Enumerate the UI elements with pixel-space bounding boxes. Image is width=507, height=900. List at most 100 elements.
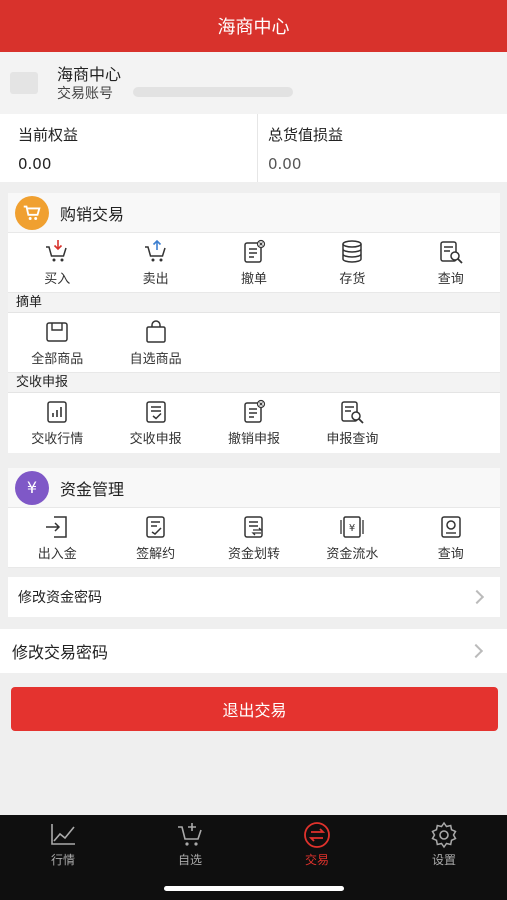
cart-add-icon: [178, 823, 202, 846]
buy-label: 买入: [44, 271, 71, 287]
all-goods-label: 全部商品: [31, 351, 84, 367]
tab-settings-label: 设置: [431, 853, 456, 867]
delivery-declare-label: 交收申报: [129, 432, 182, 447]
goods-value-pnl-label: 总货值损益: [268, 126, 344, 144]
gear-icon: [431, 821, 457, 849]
page-title: 海商中心: [217, 17, 290, 38]
trade-query-label: 查询: [437, 271, 464, 287]
chevron-right-icon: [468, 643, 484, 659]
logout-button[interactable]: 退出交易: [11, 687, 498, 731]
all-goods-icon: [46, 321, 68, 342]
fund-transfer-label: 资金划转: [227, 546, 280, 562]
account-name: 海商中心: [57, 65, 122, 84]
delivery-declare-button[interactable]: 交收申报: [106, 393, 204, 453]
sign-contract-icon: [145, 515, 165, 538]
funds-section-title: 资金管理: [60, 479, 125, 499]
logout-label: 退出交易: [222, 701, 287, 720]
selected-goods-icon: [145, 319, 166, 343]
trade-section: 购销交易 买入 卖出 撤单 存货 查询 摘单 全部商品 自选商品 交收申报 交收…: [8, 193, 500, 453]
deposit-withdraw-icon: [46, 515, 67, 538]
goods-value-pnl: 总货值损益 0.00: [257, 114, 507, 182]
change-trade-password-label: 修改交易密码: [12, 643, 109, 662]
sell-label: 卖出: [142, 271, 169, 287]
sell-button[interactable]: 卖出: [106, 233, 204, 292]
declare-query-icon: [341, 401, 364, 424]
chevron-right-icon: [469, 589, 485, 605]
fund-query-icon: [441, 515, 461, 538]
inventory-button[interactable]: 存货: [303, 233, 401, 292]
tab-settings[interactable]: 设置: [414, 821, 474, 868]
funds-section: ¥ 资金管理 出入金 签解约 资金划转 ¥ 资金流水 查询 修改资金密码: [8, 468, 500, 617]
exchange-icon: [304, 822, 330, 848]
tab-watchlist[interactable]: 自选: [160, 821, 220, 868]
current-equity: 当前权益 0.00: [0, 114, 257, 182]
cancel-order-button[interactable]: 撤单: [205, 233, 303, 292]
cancel-declare-button[interactable]: 撤销申报: [205, 393, 303, 453]
listing-actions: 全部商品 自选商品: [8, 313, 500, 373]
fund-transfer-button[interactable]: 资金划转: [205, 508, 303, 567]
deposit-withdraw-label: 出入金: [37, 546, 77, 562]
delivery-actions: 交收行情 交收申报 撤销申报 申报查询: [8, 393, 500, 453]
delivery-subheader: 交收申报: [8, 373, 500, 393]
current-equity-value: 0.00: [18, 155, 52, 173]
selected-goods-button[interactable]: 自选商品: [106, 313, 204, 372]
declare-query-button[interactable]: 申报查询: [303, 393, 401, 453]
goods-value-pnl-value: 0.00: [268, 155, 302, 173]
svg-text:¥: ¥: [349, 523, 355, 534]
buy-button[interactable]: 买入: [8, 233, 106, 292]
delivery-market-label: 交收行情: [31, 432, 84, 447]
all-goods-button[interactable]: 全部商品: [8, 313, 106, 372]
tab-market[interactable]: 行情: [33, 821, 93, 868]
sign-contract-button[interactable]: 签解约: [106, 508, 204, 567]
sign-contract-label: 签解约: [136, 546, 176, 562]
fund-query-button[interactable]: 查询: [402, 508, 500, 567]
current-equity-label: 当前权益: [18, 126, 79, 144]
chart-icon: [51, 824, 75, 845]
delivery-market-button[interactable]: 交收行情: [8, 393, 106, 453]
avatar: [10, 72, 38, 94]
change-fund-password-label: 修改资金密码: [18, 590, 102, 606]
page-header: 海商中心: [0, 0, 507, 52]
delivery-declare-icon: [145, 401, 166, 423]
fund-query-label: 查询: [437, 546, 464, 562]
funds-gap: [8, 568, 500, 577]
declare-query-label: 申报查询: [326, 432, 379, 447]
yuan-icon: ¥: [15, 470, 49, 505]
cart-buy-icon: [46, 239, 67, 261]
tab-trade-label: 交易: [304, 853, 329, 867]
funds-actions: 出入金 签解约 资金划转 ¥ 资金流水 查询: [8, 508, 500, 568]
cart-sell-icon: [144, 239, 166, 261]
trade-section-title: 购销交易: [60, 204, 125, 224]
tab-trade[interactable]: 交易: [287, 821, 347, 868]
home-indicator: [164, 886, 344, 891]
tab-watchlist-label: 自选: [177, 853, 202, 867]
funds-section-header: ¥ 资金管理: [8, 468, 500, 508]
cancel-declare-icon: [244, 399, 266, 423]
cancel-order-label: 撤单: [240, 271, 267, 287]
change-trade-password-row[interactable]: 修改交易密码: [0, 629, 507, 673]
selected-goods-label: 自选商品: [129, 351, 182, 367]
query-icon: [440, 240, 463, 264]
account-panel: 海商中心 交易账号: [0, 52, 507, 114]
fund-transfer-icon: [244, 515, 263, 538]
inventory-label: 存货: [339, 271, 366, 287]
tab-market-label: 行情: [50, 853, 75, 867]
inventory-icon: [342, 239, 363, 263]
trade-section-header: 购销交易: [8, 193, 500, 233]
change-fund-password-row[interactable]: 修改资金密码: [8, 577, 500, 617]
fund-flow-button[interactable]: ¥ 资金流水: [303, 508, 401, 567]
delivery-market-icon: [47, 401, 67, 423]
fund-flow-icon: ¥: [340, 515, 365, 538]
fund-flow-label: 资金流水: [326, 546, 379, 562]
deposit-withdraw-button[interactable]: 出入金: [8, 508, 106, 567]
cart-icon: [15, 195, 49, 230]
trade-query-button[interactable]: 查询: [402, 233, 500, 292]
listing-subheader: 摘单: [8, 293, 500, 313]
account-number-masked: [133, 87, 293, 97]
equity-summary: 当前权益 0.00 总货值损益 0.00: [0, 114, 507, 182]
yuan-symbol: ¥: [26, 478, 38, 497]
cancel-order-icon: [244, 239, 266, 263]
trade-actions: 买入 卖出 撤单 存货 查询: [8, 233, 500, 293]
account-number-label: 交易账号: [57, 86, 113, 102]
cancel-declare-label: 撤销申报: [227, 432, 280, 447]
